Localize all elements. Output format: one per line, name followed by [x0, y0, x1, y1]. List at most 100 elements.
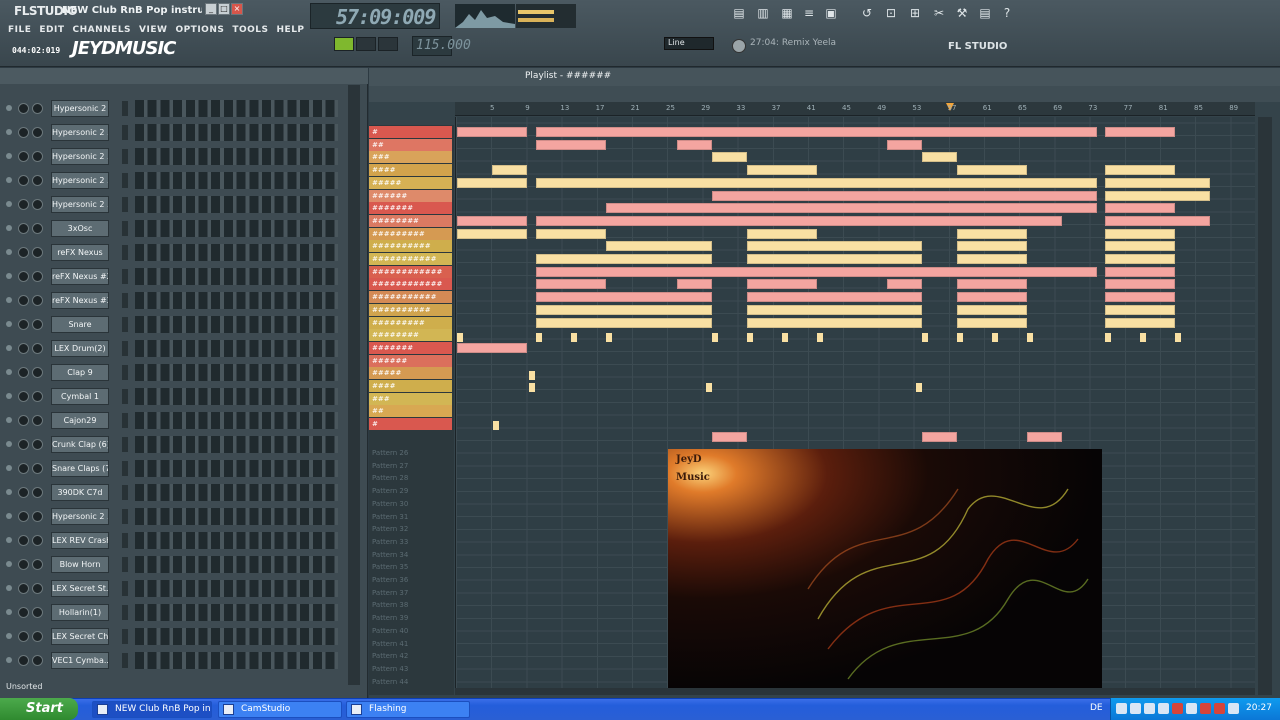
- channel-name-button[interactable]: LEX Drum(2): [51, 340, 109, 357]
- channel-name-button[interactable]: 390DK C7d: [51, 484, 109, 501]
- channel-name-button[interactable]: 3xOsc: [51, 220, 109, 237]
- pattern-clip[interactable]: [957, 279, 1027, 290]
- pattern-row[interactable]: ###: [369, 151, 452, 164]
- pattern-clip[interactable]: [536, 127, 1097, 137]
- volume-knob[interactable]: [32, 583, 43, 594]
- channel-select[interactable]: [122, 197, 128, 212]
- task-camstudio[interactable]: CamStudio: [218, 701, 342, 718]
- empty-pattern-row[interactable]: Pattern 29: [369, 485, 452, 497]
- channel-name-button[interactable]: reFX Nexus: [51, 244, 109, 261]
- channel-select[interactable]: [122, 149, 128, 164]
- channel-led[interactable]: [6, 441, 12, 447]
- channel-select[interactable]: [122, 461, 128, 476]
- pan-knob[interactable]: [18, 511, 29, 522]
- save-icon[interactable]: ⊞: [908, 6, 922, 20]
- pattern-row[interactable]: ####: [369, 380, 452, 392]
- help-icon[interactable]: ?: [1000, 6, 1014, 20]
- pattern-clip[interactable]: [747, 241, 922, 252]
- pattern-clip[interactable]: [457, 177, 527, 188]
- channel-select[interactable]: [122, 317, 128, 332]
- step-buttons[interactable]: [135, 316, 338, 333]
- channel-select[interactable]: [122, 533, 128, 548]
- pattern-clip[interactable]: [536, 292, 712, 303]
- pattern-clip[interactable]: [957, 317, 1027, 328]
- pattern-row[interactable]: #########: [369, 316, 452, 329]
- pattern-clip[interactable]: [1105, 165, 1175, 176]
- playlist-vertical-scrollbar[interactable]: [1258, 117, 1272, 695]
- pattern-clip[interactable]: [957, 165, 1027, 176]
- pattern-clip[interactable]: [536, 254, 712, 264]
- pan-knob[interactable]: [18, 439, 29, 450]
- step-buttons[interactable]: [135, 100, 338, 117]
- step-buttons[interactable]: [135, 532, 338, 549]
- pattern-clip[interactable]: [492, 165, 527, 176]
- step-buttons[interactable]: [135, 268, 338, 285]
- tray-icon[interactable]: [1116, 703, 1127, 714]
- channel-name-button[interactable]: LEX Secret St...: [51, 580, 109, 597]
- language-indicator[interactable]: DE: [1090, 703, 1103, 713]
- pattern-clip[interactable]: [529, 371, 535, 380]
- step-buttons[interactable]: [135, 508, 338, 525]
- pattern-clip[interactable]: [957, 304, 1027, 315]
- pattern-clip[interactable]: [536, 317, 712, 328]
- pattern-clip[interactable]: [957, 228, 1027, 239]
- pattern-row[interactable]: #######: [369, 202, 452, 215]
- piano-roll-icon[interactable]: ▦: [780, 6, 794, 20]
- volume-knob[interactable]: [32, 103, 43, 114]
- pattern-clip[interactable]: [536, 177, 1097, 188]
- empty-pattern-row[interactable]: Pattern 39: [369, 612, 452, 624]
- channel-led[interactable]: [6, 369, 12, 375]
- master-volume-knob[interactable]: [732, 39, 746, 53]
- pattern-clip[interactable]: [747, 254, 922, 264]
- task-flashing[interactable]: Flashing: [346, 701, 470, 718]
- pattern-row[interactable]: ########: [369, 214, 452, 227]
- menu-edit[interactable]: EDIT: [39, 25, 64, 35]
- tray-icon[interactable]: [1228, 703, 1239, 714]
- pattern-clip[interactable]: [536, 333, 542, 342]
- channel-name-button[interactable]: Hypersonic 2 ...: [51, 124, 109, 141]
- pattern-clip[interactable]: [747, 292, 922, 303]
- pattern-clip[interactable]: [1105, 228, 1175, 239]
- pattern-clip[interactable]: [747, 317, 922, 328]
- channel-name-button[interactable]: VEC1 Cymba...: [51, 652, 109, 669]
- pattern-clip[interactable]: [712, 431, 747, 442]
- channel-select[interactable]: [122, 341, 128, 356]
- channel-led[interactable]: [6, 537, 12, 543]
- pattern-clip[interactable]: [1105, 215, 1210, 226]
- pattern-clip[interactable]: [1105, 266, 1175, 277]
- tray-icon[interactable]: [1172, 703, 1183, 714]
- empty-pattern-row[interactable]: Pattern 38: [369, 599, 452, 611]
- step-buttons[interactable]: [135, 652, 338, 669]
- pattern-clip[interactable]: [747, 279, 817, 290]
- pan-knob[interactable]: [18, 151, 29, 162]
- channel-led[interactable]: [6, 417, 12, 423]
- pan-knob[interactable]: [18, 655, 29, 666]
- pattern-row[interactable]: ########: [369, 329, 452, 342]
- channel-select[interactable]: [122, 389, 128, 404]
- channel-led[interactable]: [6, 609, 12, 615]
- channel-select[interactable]: [122, 101, 128, 116]
- pattern-clip[interactable]: [922, 152, 957, 163]
- mixer-icon[interactable]: ▣: [824, 6, 838, 20]
- empty-pattern-row[interactable]: Pattern 33: [369, 536, 452, 548]
- pattern-row[interactable]: ##########: [369, 303, 452, 316]
- channel-select[interactable]: [122, 293, 128, 308]
- pan-knob[interactable]: [18, 319, 29, 330]
- pattern-clip[interactable]: [1105, 304, 1175, 315]
- empty-pattern-row[interactable]: Pattern 27: [369, 460, 452, 472]
- pattern-clip[interactable]: [457, 333, 463, 342]
- pattern-row[interactable]: ##: [369, 405, 452, 418]
- volume-knob[interactable]: [32, 439, 43, 450]
- task-fl-studio[interactable]: NEW Club RnB Pop in...: [92, 701, 212, 718]
- empty-pattern-row[interactable]: Pattern 40: [369, 625, 452, 637]
- channel-select[interactable]: [122, 629, 128, 644]
- pattern-clip[interactable]: [712, 152, 747, 163]
- volume-knob[interactable]: [32, 343, 43, 354]
- channel-name-button[interactable]: Hollarin(1): [51, 604, 109, 621]
- empty-pattern-row[interactable]: Pattern 34: [369, 549, 452, 561]
- channel-select[interactable]: [122, 173, 128, 188]
- channel-select[interactable]: [122, 125, 128, 140]
- pan-knob[interactable]: [18, 535, 29, 546]
- pattern-clip[interactable]: [922, 333, 928, 342]
- pattern-clip[interactable]: [922, 431, 957, 442]
